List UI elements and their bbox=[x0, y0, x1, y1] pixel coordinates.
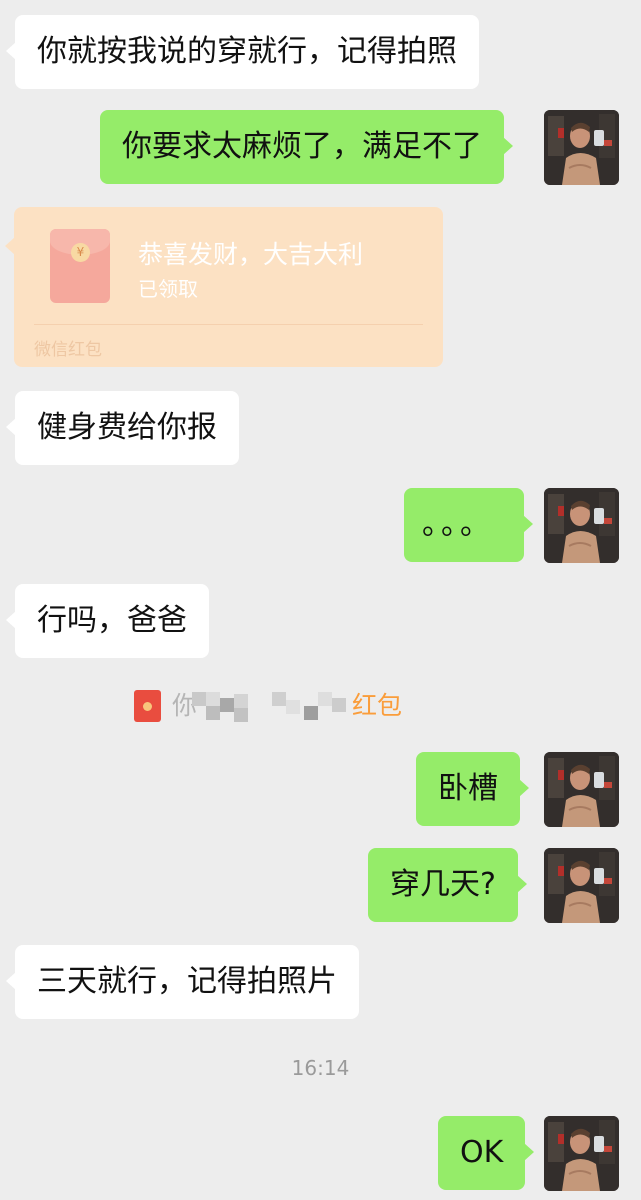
red-packet-message[interactable]: ¥ 恭喜发财，大吉大利 已领取 微信红包 bbox=[5, 207, 443, 367]
avatar-photo-icon bbox=[544, 110, 619, 185]
red-envelope-icon bbox=[134, 690, 161, 722]
avatar[interactable] bbox=[544, 110, 619, 185]
red-packet-footer: 微信红包 bbox=[34, 340, 102, 360]
message-bubble-sent[interactable]: 。。。 bbox=[404, 488, 533, 562]
message-text: 穿几天? bbox=[390, 867, 496, 902]
red-packet-status: 已领取 bbox=[138, 277, 198, 301]
message-bubble-received[interactable]: 行吗，爸爸 bbox=[6, 584, 209, 658]
coin-icon: ¥ bbox=[71, 243, 90, 262]
message-text: 健身费给你报 bbox=[37, 410, 217, 445]
red-envelope-icon: ¥ bbox=[50, 229, 110, 303]
message-text: 你要求太麻烦了，满足不了 bbox=[122, 129, 482, 164]
message-text: 你就按我说的穿就行，记得拍照 bbox=[37, 34, 457, 69]
message-bubble-sent[interactable]: 卧槽 bbox=[416, 752, 529, 826]
message-bubble-received[interactable]: 你就按我说的穿就行，记得拍照 bbox=[6, 15, 479, 89]
message-text: 行吗，爸爸 bbox=[37, 603, 187, 638]
message-text: 三天就行，记得拍照片 bbox=[37, 964, 337, 999]
message-bubble-received[interactable]: 三天就行，记得拍照片 bbox=[6, 945, 359, 1019]
avatar-photo-icon bbox=[544, 848, 619, 923]
system-notice: 你 红包 bbox=[134, 688, 424, 724]
avatar[interactable] bbox=[544, 1116, 619, 1191]
avatar-photo-icon bbox=[544, 752, 619, 827]
red-packet-title: 恭喜发财，大吉大利 bbox=[138, 240, 364, 269]
message-text: OK bbox=[460, 1135, 504, 1170]
avatar[interactable] bbox=[544, 752, 619, 827]
avatar-photo-icon bbox=[544, 1116, 619, 1191]
avatar-photo-icon bbox=[544, 488, 619, 563]
message-bubble-sent[interactable]: 你要求太麻烦了，满足不了 bbox=[100, 110, 513, 184]
avatar[interactable] bbox=[544, 848, 619, 923]
pixelated-mosaic bbox=[192, 688, 350, 724]
red-packet-link[interactable]: 红包 bbox=[352, 688, 402, 724]
timestamp: 16:14 bbox=[291, 1056, 350, 1080]
divider bbox=[34, 324, 423, 325]
message-bubble-sent[interactable]: 穿几天? bbox=[368, 848, 527, 922]
message-bubble-sent[interactable]: OK bbox=[438, 1116, 535, 1190]
message-text: 。。。 bbox=[422, 507, 494, 542]
avatar[interactable] bbox=[544, 488, 619, 563]
message-bubble-received[interactable]: 健身费给你报 bbox=[6, 391, 239, 465]
message-text: 卧槽 bbox=[438, 771, 498, 806]
